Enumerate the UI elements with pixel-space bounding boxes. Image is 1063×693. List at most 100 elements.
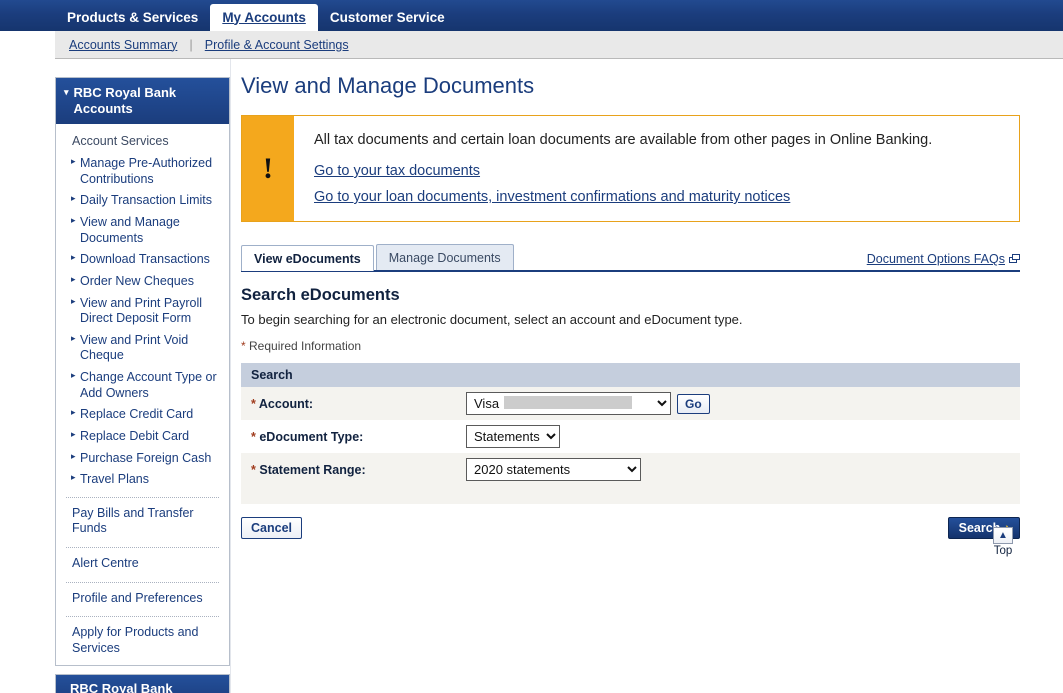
alert-message: All tax documents and certain loan docum… <box>314 130 932 151</box>
table-row-statement-range: * Statement Range: 2020 statements <box>241 453 1020 486</box>
account-field-cell: Visa Go <box>456 387 1020 420</box>
account-label: Account: <box>259 397 313 411</box>
chevron-right-icon: ▸ <box>71 215 76 226</box>
page-body: ▾ RBC Royal Bank Accounts Account Servic… <box>0 59 1063 693</box>
chevron-right-icon: ▸ <box>71 193 76 204</box>
info-alert: ! All tax documents and certain loan doc… <box>241 115 1020 222</box>
sidebar-list: Account Services ▸ Manage Pre-Authorized… <box>56 124 229 664</box>
statement-range-label-cell: * Statement Range: <box>241 453 456 486</box>
sidebar-item-label: View and Print Void Cheque <box>80 333 188 363</box>
back-to-top[interactable]: ▲ Top <box>986 527 1020 557</box>
sidebar-item-replace-credit-card[interactable]: ▸ Replace Credit Card <box>56 404 229 426</box>
sidebar-item-label: View and Manage Documents <box>80 215 180 245</box>
exclamation-icon: ! <box>242 116 294 221</box>
sidebar-item-label: Order New Cheques <box>80 274 194 288</box>
section-title: Search eDocuments <box>241 286 1020 305</box>
sidebar-item-label: View and Print Payroll Direct Deposit Fo… <box>80 296 202 326</box>
sidebar-accounts-box: ▾ RBC Royal Bank Accounts Account Servic… <box>55 77 230 666</box>
sidebar-item-view-print-payroll-direct-deposit-form[interactable]: ▸ View and Print Payroll Direct Deposit … <box>56 293 229 330</box>
search-table-header: Search <box>241 363 1020 387</box>
sidebar-item-pay-bills-and-transfer-funds[interactable]: Pay Bills and Transfer Funds <box>56 503 229 541</box>
alert-link-loan-documents[interactable]: Go to your loan documents, investment co… <box>314 189 932 205</box>
nav-tab-my-accounts[interactable]: My Accounts <box>210 4 318 32</box>
account-label-cell: * Account: <box>241 387 456 420</box>
sidebar-item-download-transactions[interactable]: ▸ Download Transactions <box>56 249 229 271</box>
required-asterisk: * <box>241 339 246 353</box>
tab-manage-documents[interactable]: Manage Documents <box>376 244 514 270</box>
nav-tab-customer-service[interactable]: Customer Service <box>318 11 457 32</box>
edocument-type-select[interactable]: Statements <box>466 425 560 448</box>
required-information-label: Required Information <box>249 339 361 353</box>
primary-navigation: Products & Services My Accounts Customer… <box>0 0 1063 31</box>
chevron-right-icon: ▸ <box>71 274 76 285</box>
sidebar-next-section-header[interactable]: RBC Royal Bank <box>56 675 229 693</box>
edocument-type-field-cell: Statements <box>456 420 1020 453</box>
table-footer-row <box>241 486 1020 504</box>
edocument-type-label: eDocument Type: <box>259 430 363 444</box>
sidebar-divider <box>66 616 219 617</box>
account-select[interactable]: Visa <box>466 392 671 415</box>
document-options-faqs-link[interactable]: Document Options FAQs <box>867 252 1020 270</box>
sidebar-item-apply-for-products-and-services[interactable]: Apply for Products and Services <box>56 622 229 660</box>
section-description: To begin searching for an electronic doc… <box>241 312 1020 327</box>
sidebar-item-label: Purchase Foreign Cash <box>80 451 211 465</box>
sidebar-item-replace-debit-card[interactable]: ▸ Replace Debit Card <box>56 426 229 448</box>
sidebar-item-label: Replace Credit Card <box>80 407 193 421</box>
tab-view-edocuments[interactable]: View eDocuments <box>241 245 374 271</box>
edocument-type-label-cell: * eDocument Type: <box>241 420 456 453</box>
sidebar-item-travel-plans[interactable]: ▸ Travel Plans <box>56 469 229 491</box>
back-to-top-label: Top <box>986 545 1020 557</box>
sidebar-item-order-new-cheques[interactable]: ▸ Order New Cheques <box>56 271 229 293</box>
sidebar-item-label: Travel Plans <box>80 472 149 486</box>
chevron-right-icon: ▸ <box>71 451 76 462</box>
table-header-row: Search <box>241 363 1020 387</box>
sidebar-item-alert-centre[interactable]: Alert Centre <box>56 553 229 576</box>
sidebar: ▾ RBC Royal Bank Accounts Account Servic… <box>55 59 230 693</box>
alert-link-tax-documents[interactable]: Go to your tax documents <box>314 163 932 179</box>
sidebar-item-view-print-void-cheque[interactable]: ▸ View and Print Void Cheque <box>56 330 229 367</box>
account-select-wrap: Visa <box>466 392 671 415</box>
chevron-right-icon: ▸ <box>71 252 76 263</box>
cancel-button[interactable]: Cancel <box>241 517 302 539</box>
search-form-table: Search * Account: Visa Go <box>241 363 1020 504</box>
sidebar-group-account-services: Account Services <box>56 130 229 153</box>
chevron-right-icon: ▸ <box>71 156 76 167</box>
statement-range-select[interactable]: 2020 statements <box>466 458 641 481</box>
sidebar-item-label: Manage Pre-Authorized Contributions <box>80 156 212 186</box>
sidebar-divider <box>66 547 219 548</box>
sidebar-item-daily-transaction-limits[interactable]: ▸ Daily Transaction Limits <box>56 190 229 212</box>
sidebar-item-profile-and-preferences[interactable]: Profile and Preferences <box>56 588 229 611</box>
chevron-right-icon: ▸ <box>71 429 76 440</box>
content-tabs: View eDocuments Manage Documents Documen… <box>241 244 1020 272</box>
new-window-icon <box>1009 254 1020 264</box>
page-title: View and Manage Documents <box>241 73 1020 99</box>
sidebar-item-label: Download Transactions <box>80 252 210 266</box>
sidebar-item-view-and-manage-documents[interactable]: ▸ View and Manage Documents <box>56 212 229 249</box>
sidebar-item-label: Daily Transaction Limits <box>80 193 212 207</box>
chevron-right-icon: ▸ <box>71 296 76 307</box>
sidebar-item-purchase-foreign-cash[interactable]: ▸ Purchase Foreign Cash <box>56 448 229 470</box>
sidebar-item-label: Change Account Type or Add Owners <box>80 370 217 400</box>
sidebar-section-header[interactable]: ▾ RBC Royal Bank Accounts <box>56 78 229 124</box>
chevron-right-icon: ▸ <box>71 472 76 483</box>
table-footer-cell <box>241 486 1020 504</box>
sidebar-item-change-account-type-or-add-owners[interactable]: ▸ Change Account Type or Add Owners <box>56 367 229 404</box>
nav-tab-products-services[interactable]: Products & Services <box>55 11 210 32</box>
sidebar-section-header-label: RBC Royal Bank Accounts <box>74 85 221 116</box>
account-field-wrap: Visa Go <box>466 392 1010 415</box>
subnav-accounts-summary[interactable]: Accounts Summary <box>69 38 177 52</box>
required-asterisk: * <box>251 430 256 444</box>
sidebar-item-manage-preauthorized-contributions[interactable]: ▸ Manage Pre-Authorized Contributions <box>56 153 229 190</box>
required-asterisk: * <box>251 463 256 477</box>
chevron-right-icon: ▸ <box>71 407 76 418</box>
table-row-edocument-type: * eDocument Type: Statements <box>241 420 1020 453</box>
required-information-note: * Required Information <box>241 339 1020 353</box>
sidebar-divider <box>66 497 219 498</box>
chevron-right-icon: ▸ <box>71 370 76 381</box>
go-button[interactable]: Go <box>677 394 710 414</box>
subnav-profile-account-settings[interactable]: Profile & Account Settings <box>205 38 349 52</box>
chevron-up-icon: ▲ <box>993 527 1013 544</box>
sidebar-item-label: Replace Debit Card <box>80 429 189 443</box>
sidebar-next-section-box: RBC Royal Bank <box>55 674 230 693</box>
secondary-navigation: Accounts Summary | Profile & Account Set… <box>55 31 1063 59</box>
